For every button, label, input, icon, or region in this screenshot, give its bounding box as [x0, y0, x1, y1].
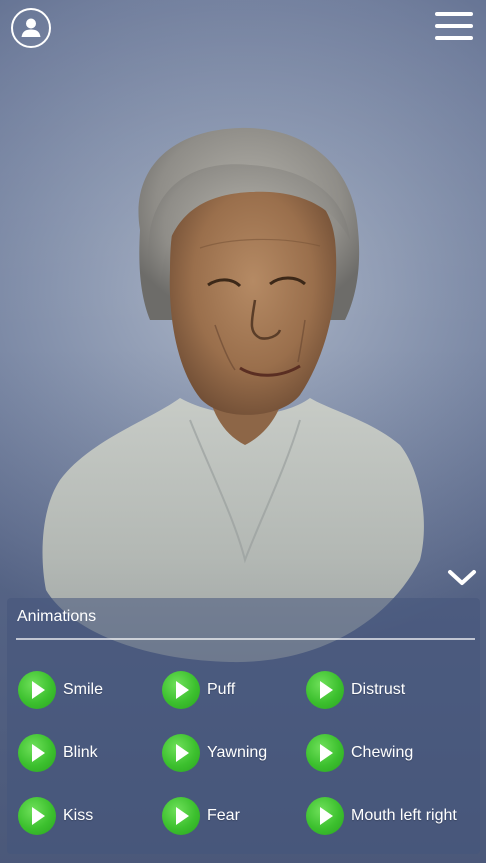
animation-blink-button[interactable]: Blink — [18, 733, 98, 773]
animation-kiss-button[interactable]: Kiss — [18, 796, 93, 836]
animation-mouth-left-right-button[interactable]: Mouth left right — [306, 796, 457, 836]
play-icon — [18, 797, 56, 835]
animations-title: Animations — [17, 608, 97, 625]
user-circle-icon — [21, 18, 41, 37]
animation-label: Mouth left right — [351, 807, 457, 824]
animation-label: Chewing — [351, 744, 414, 761]
chevron-down-icon — [448, 570, 476, 585]
collapse-panel-button[interactable] — [447, 566, 477, 590]
play-icon — [18, 671, 56, 709]
animations-panel: Animations Smile Puff Distrust Blink Yaw… — [7, 598, 480, 854]
animation-label: Kiss — [63, 807, 94, 824]
animation-chewing-button[interactable]: Chewing — [306, 733, 413, 773]
animation-label: Smile — [63, 681, 104, 698]
profile-button[interactable] — [11, 8, 51, 48]
animation-yawning-button[interactable]: Yawning — [162, 733, 267, 773]
animation-label: Blink — [63, 744, 98, 761]
menu-button[interactable] — [435, 12, 473, 42]
animation-smile-button[interactable]: Smile — [18, 670, 103, 710]
hamburger-menu-icon — [435, 12, 473, 16]
play-icon — [162, 734, 200, 772]
animation-puff-button[interactable]: Puff — [162, 670, 235, 710]
play-icon — [306, 734, 344, 772]
play-icon — [306, 671, 344, 709]
animation-label: Distrust — [351, 681, 406, 698]
animation-label: Fear — [207, 807, 240, 824]
animation-fear-button[interactable]: Fear — [162, 796, 240, 836]
animation-label: Yawning — [207, 744, 268, 761]
divider — [16, 638, 475, 640]
play-icon — [18, 734, 56, 772]
play-icon — [306, 797, 344, 835]
animation-distrust-button[interactable]: Distrust — [306, 670, 405, 710]
play-icon — [162, 797, 200, 835]
play-icon — [162, 671, 200, 709]
animation-label: Puff — [207, 681, 236, 698]
